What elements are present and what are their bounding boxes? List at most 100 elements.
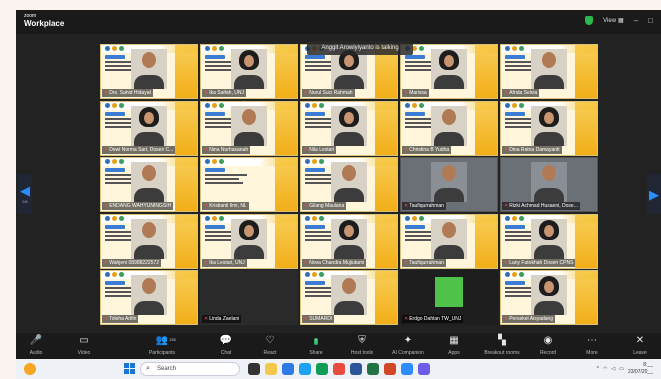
participant-name-tag: ✕ Taufiqurrahman [402,258,446,267]
powerpoint-icon[interactable] [384,363,396,375]
slide-tag [205,55,225,59]
volume-icon[interactable]: ◁ [611,366,615,372]
participant-tile[interactable]: ✕ Afrida Selvia [500,44,598,99]
participant-tile[interactable]: ✕ Marissa [400,44,498,99]
muted-mic-icon: ✕ [104,146,109,153]
toolbar-label: Apps [448,350,460,356]
next-page-button[interactable]: ▶ [647,174,661,214]
muted-mic-icon: ✕ [104,316,109,322]
participant-figure [442,108,456,125]
leave-button[interactable]: ✕ Leave [620,335,660,356]
participant-tile[interactable]: ✕ Ika Saifah, UNJ [200,44,298,99]
app-icon[interactable] [333,363,345,375]
file-explorer-icon[interactable] [265,363,277,375]
weather-icon[interactable] [24,363,36,375]
participant-tile[interactable]: ✕ Kristianti Ilmi, NL [200,157,298,212]
participant-name-tag: ✕ SUMARDI [302,315,335,323]
share-button[interactable]: ↑ Share [296,335,336,356]
react-button[interactable]: ♡ React [250,335,290,356]
page-indicator: 2/6 [22,199,28,204]
participant-name: Afrida Selvia [509,90,538,96]
battery-icon[interactable]: ▭ [619,366,624,372]
participant-name-tag: ✕ Erdgo Dahlan TW_UNJ [402,315,464,323]
muted-mic-icon: ✕ [204,203,209,209]
video-camera-icon: ▭ [79,335,89,346]
windows-taskbar: ⌕ Search ^ ◠ ◁ ▭ 8:__ 23/07/20__ [16,359,661,379]
participant-tile[interactable]: ✕ Taufiqurrahman [400,213,498,269]
brand-line-2: Workplace [24,19,65,28]
participant-tile[interactable]: ✕ Taufiqurrahman [400,157,498,212]
chrome-icon[interactable] [316,363,328,375]
record-button[interactable]: ◉ Record [528,335,568,356]
participant-tile[interactable]: ✕ Lany Fatokhah Dosen CPNS [500,213,598,269]
participant-tile[interactable]: ✕ Toleha Arifin [100,270,198,325]
participant-tile[interactable]: ✕ Nova Chandra Mujiutami [300,213,398,269]
participant-tile[interactable]: ✕ SUMARDI [300,270,398,325]
edge-icon[interactable] [299,363,311,375]
excel-icon[interactable] [367,363,379,375]
clock-date: 23/07/20__ [627,369,653,375]
search-icon: ⌕ [146,365,150,372]
participant-tile[interactable]: ✕ Nila Lestari [300,100,398,156]
participant-tile[interactable]: ✕ Rizki Achmad Husaeni, Dose... [500,157,598,212]
muted-mic-icon: ✕ [404,203,409,209]
participant-tile[interactable]: ✕ Gilang Maulana [300,157,398,212]
participant-tile[interactable]: ✕ Wahjeni 08988222572 [100,213,198,269]
task-view-icon[interactable] [248,363,260,375]
taskbar-search[interactable]: ⌕ Search [140,362,240,376]
slide-tag [405,111,425,116]
sparkle-icon: ✦ [403,335,413,346]
participant-figure [342,165,356,181]
participant-name-tag: ✕ Wahjeni 08988222572 [102,258,162,267]
browser-icon[interactable] [282,363,294,375]
video-feed [431,49,467,89]
muted-mic-icon: ✕ [304,146,309,153]
slide-accent [375,101,397,155]
security-shield-icon[interactable] [585,16,594,25]
slide-accent [475,45,497,98]
apps-button[interactable]: ▦ Apps [434,335,474,356]
share-screen-icon: ↑ [314,338,318,345]
video-feed [331,218,367,259]
participants-button[interactable]: 👥 135 Participants [142,335,182,356]
participant-tile[interactable]: ✕ ENDANG WAHYUNINGSIH [100,157,198,212]
participant-tile[interactable]: ✕ Christina B Yudha [400,100,498,156]
participant-tile[interactable]: ✕ Linda Zaelani [200,270,298,325]
wifi-icon[interactable]: ◠ [603,366,607,372]
zoom-app-icon[interactable] [401,363,413,375]
chevron-left-icon: ◀ [20,183,30,198]
participant-name: ENDANG WAHYUNINGSIH [109,203,172,209]
participant-tile[interactable]: ✕ Ika Lestari, UNJ [200,213,298,269]
slide-accent [575,45,597,98]
slide-accent [475,101,497,155]
previous-page-button[interactable]: ◀ 2/6 [18,174,32,214]
clock[interactable]: 8:__ 23/07/20__ [628,362,653,376]
video-button[interactable]: ▭ Video [64,335,104,356]
participant-name-tag: ✕ Dewi Norma Sari, Dosen C... [102,145,176,154]
audio-button[interactable]: 🎤 Audio [16,335,56,356]
toolbar-label: Breakout rooms [484,350,520,356]
word-icon[interactable] [350,363,362,375]
participant-tile[interactable]: ✕ Persekel Aisyadang [500,270,598,325]
participant-tile[interactable]: ✕ Drs. Sahid Hidayat [100,44,198,99]
muted-mic-icon: ✕ [104,203,109,209]
chat-button[interactable]: 💬 Chat [206,335,246,356]
view-button[interactable]: View ▦ [603,17,624,25]
host-tools-button[interactable]: ⛨ Host tools [342,335,382,356]
participant-figure [142,52,156,68]
participant-tile[interactable]: ✕ Erdgo Dahlan TW_UNJ [400,270,498,325]
maximize-button[interactable]: □ [648,16,653,25]
slide-accent [275,158,297,211]
participant-tile[interactable]: ✕ Dewi Norma Sari, Dosen C... [100,100,198,156]
breakout-rooms-button[interactable]: ▚ Breakout rooms [482,335,522,356]
participant-figure [542,52,556,68]
ai-companion-button[interactable]: ✦ AI Companion [388,335,428,356]
teams-icon[interactable] [418,363,430,375]
start-button-icon[interactable] [124,363,135,374]
chevron-up-icon[interactable]: ^ [597,366,599,372]
slide-accent [175,158,197,211]
more-button[interactable]: ⋯ More [572,335,612,356]
participant-tile[interactable]: ✕ Dina Ratna Damayanti [500,100,598,156]
minimize-button[interactable]: – [634,16,638,25]
participant-tile[interactable]: ✕ Nina Nurhasanah [200,100,298,156]
